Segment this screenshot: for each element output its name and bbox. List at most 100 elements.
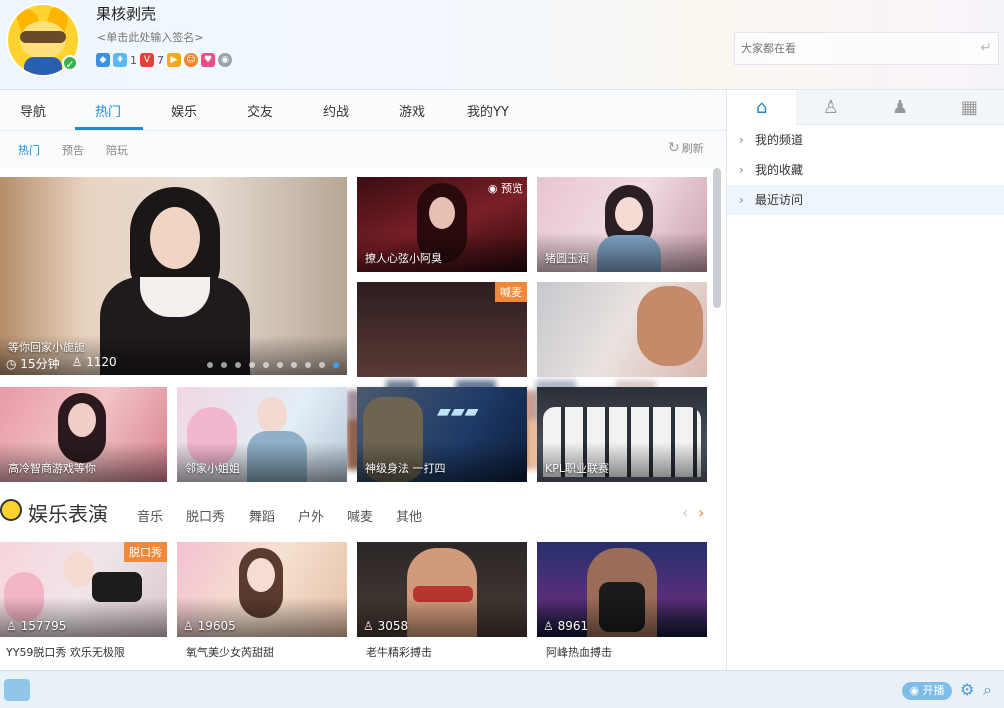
diamond-icon[interactable]: ♦ <box>113 53 127 67</box>
search-box[interactable]: ↵ <box>734 32 999 65</box>
main-content: 导航 热门 娱乐 交友 约战 游戏 我的YY 热门 预告 陪玩 ↻ 刷新 等你回… <box>0 90 726 670</box>
tab-battle[interactable]: 约战 <box>323 101 349 120</box>
enter-icon[interactable]: ↵ <box>980 40 992 56</box>
tab-my-yy[interactable]: 我的YY <box>467 101 509 120</box>
my-channels-label: 我的频道 <box>755 133 804 147</box>
viewer-count: ♙ 19605 <box>183 619 236 633</box>
tab-games[interactable]: 游戏 <box>399 101 425 120</box>
stream-title: 撩人心弦小阿臭 <box>365 252 442 265</box>
gamepad-icon[interactable]: ◆ <box>96 53 110 67</box>
carousel-dot[interactable] <box>305 362 311 368</box>
featured-duration-value: 15分钟 <box>20 357 60 371</box>
chevron-right-icon: › <box>739 163 744 177</box>
yy-logo-icon[interactable] <box>4 679 30 701</box>
stream-tile[interactable] <box>537 282 707 377</box>
stream-caption[interactable]: 阿峰热血搏击 <box>546 644 612 660</box>
contact-icon[interactable]: ♙ <box>796 90 865 125</box>
viewer-count-value: 19605 <box>197 619 236 633</box>
tab-social[interactable]: 交友 <box>247 101 273 120</box>
stream-caption[interactable]: YY59脱口秀 欢乐无极限 <box>6 644 125 660</box>
recent-visits-item[interactable]: › 最近访问 <box>727 185 1004 215</box>
carousel-dot[interactable] <box>319 362 325 368</box>
preview-tag-label: 预览 <box>501 182 523 195</box>
gear-icon[interactable]: ⚙ <box>960 680 974 699</box>
carousel-dot[interactable] <box>221 362 227 368</box>
tab-hot[interactable]: 热门 <box>95 101 121 120</box>
featured-viewers-value: 1120 <box>86 355 117 369</box>
entertainment-tile[interactable]: ♙ 19605 <box>177 542 347 637</box>
category-music[interactable]: 音乐 <box>137 506 163 525</box>
next-arrow-icon[interactable]: › <box>698 503 704 522</box>
badge-count: 1 <box>130 53 137 67</box>
group-icon[interactable]: ♟ <box>866 90 935 125</box>
stream-caption[interactable]: 氧气美少女芮甜甜 <box>186 644 274 660</box>
category-talkshow[interactable]: 脱口秀 <box>186 506 225 525</box>
my-favorites-item[interactable]: › 我的收藏 <box>727 155 1004 185</box>
badge-row: ◆ ♦ 1 V 7 ▶ ☺ ♥ ◉ <box>96 53 232 67</box>
stream-title: 高冷智商游戏等你 <box>8 462 96 475</box>
tile-face <box>68 403 96 437</box>
play-icon[interactable]: ▶ <box>167 53 181 67</box>
entertainment-tile[interactable]: ♙ 3058 <box>357 542 527 637</box>
talkshow-tag: 脱口秀 <box>124 542 167 562</box>
entertainment-tile[interactable]: 脱口秀 ♙ 157795 <box>0 542 167 637</box>
heart-icon[interactable]: ♥ <box>201 53 215 67</box>
category-dance[interactable]: 舞蹈 <box>249 506 275 525</box>
subtab-preview[interactable]: 预告 <box>62 142 84 158</box>
section-title: 娱乐表演 <box>28 502 108 526</box>
stream-tile[interactable]: 邻家小姐姐 <box>177 387 347 482</box>
stream-caption[interactable]: 老牛精彩搏击 <box>366 644 432 660</box>
stream-title: 神级身法 一打四 <box>365 462 446 475</box>
stream-tile[interactable]: 猪圆玉润 <box>537 177 707 272</box>
carousel-dot[interactable] <box>235 362 241 368</box>
user-nickname[interactable]: 果核剥壳 <box>96 3 156 24</box>
smile-icon[interactable]: ☺ <box>184 53 198 67</box>
featured-face <box>150 207 200 269</box>
search-input[interactable] <box>735 33 955 64</box>
category-outdoor[interactable]: 户外 <box>298 506 324 525</box>
eye-icon[interactable]: ◉ <box>218 53 232 67</box>
category-other[interactable]: 其他 <box>396 506 422 525</box>
search-icon[interactable]: ⌕ <box>983 680 992 700</box>
start-live-button[interactable]: ◉ 开播 <box>902 682 952 700</box>
viewer-count: ♙ 8961 <box>543 619 589 633</box>
tile-face <box>257 397 287 433</box>
category-shout[interactable]: 喊麦 <box>347 506 373 525</box>
carousel-dot-active[interactable] <box>333 362 339 368</box>
online-status-icon: ✓ <box>62 55 78 71</box>
prev-arrow-icon[interactable]: ‹ <box>682 503 688 522</box>
vip-icon[interactable]: V <box>140 53 154 67</box>
apps-grid-icon[interactable]: ▦ <box>935 90 1004 125</box>
tab-nav[interactable]: 导航 <box>20 101 46 120</box>
featured-title: 等你回家小旎旎 <box>8 341 85 354</box>
stream-tile[interactable]: 高冷智商游戏等你 <box>0 387 167 482</box>
carousel-dot[interactable] <box>291 362 297 368</box>
refresh-button[interactable]: ↻ 刷新 <box>668 140 704 156</box>
subtab-hot[interactable]: 热门 <box>18 142 40 158</box>
tile-figure <box>637 286 703 366</box>
signature-input[interactable]: <单击此处输入签名> <box>97 29 203 45</box>
carousel-dot[interactable] <box>277 362 283 368</box>
sub-tabs: 热门 预告 陪玩 ↻ 刷新 <box>0 131 726 167</box>
right-panel-tabs: ⌂ ♙ ♟ ▦ <box>727 90 1004 125</box>
carousel-dot[interactable] <box>263 362 269 368</box>
entertainment-tile[interactable]: ♙ 8961 <box>537 542 707 637</box>
stream-tile[interactable]: ◉ 预览 撩人心弦小阿臭 <box>357 177 527 272</box>
viewer-count: ♙ 157795 <box>6 619 67 633</box>
viewer-count: ♙ 3058 <box>363 619 409 633</box>
refresh-label: 刷新 <box>681 142 704 155</box>
home-icon[interactable]: ⌂ <box>727 90 797 125</box>
stream-tile[interactable]: ▰▰▰ 神级身法 一打四 <box>357 387 527 482</box>
scrollbar-thumb[interactable] <box>713 168 721 308</box>
carousel-dot[interactable] <box>249 362 255 368</box>
stream-tile[interactable]: 喊麦 <box>357 282 527 377</box>
my-channels-item[interactable]: › 我的频道 <box>727 125 1004 155</box>
stream-tile[interactable]: KPL职业联赛 <box>537 387 707 482</box>
viewer-count-value: 3058 <box>377 619 409 633</box>
tab-entertainment[interactable]: 娱乐 <box>171 101 197 120</box>
main-tabs: 导航 热门 娱乐 交友 约战 游戏 我的YY <box>0 90 726 131</box>
subtab-companion[interactable]: 陪玩 <box>106 142 128 158</box>
carousel-dots <box>207 362 339 368</box>
featured-stream-tile[interactable]: 等你回家小旎旎 ◷ 15分钟 ♙ 1120 <box>0 177 347 375</box>
carousel-dot[interactable] <box>207 362 213 368</box>
